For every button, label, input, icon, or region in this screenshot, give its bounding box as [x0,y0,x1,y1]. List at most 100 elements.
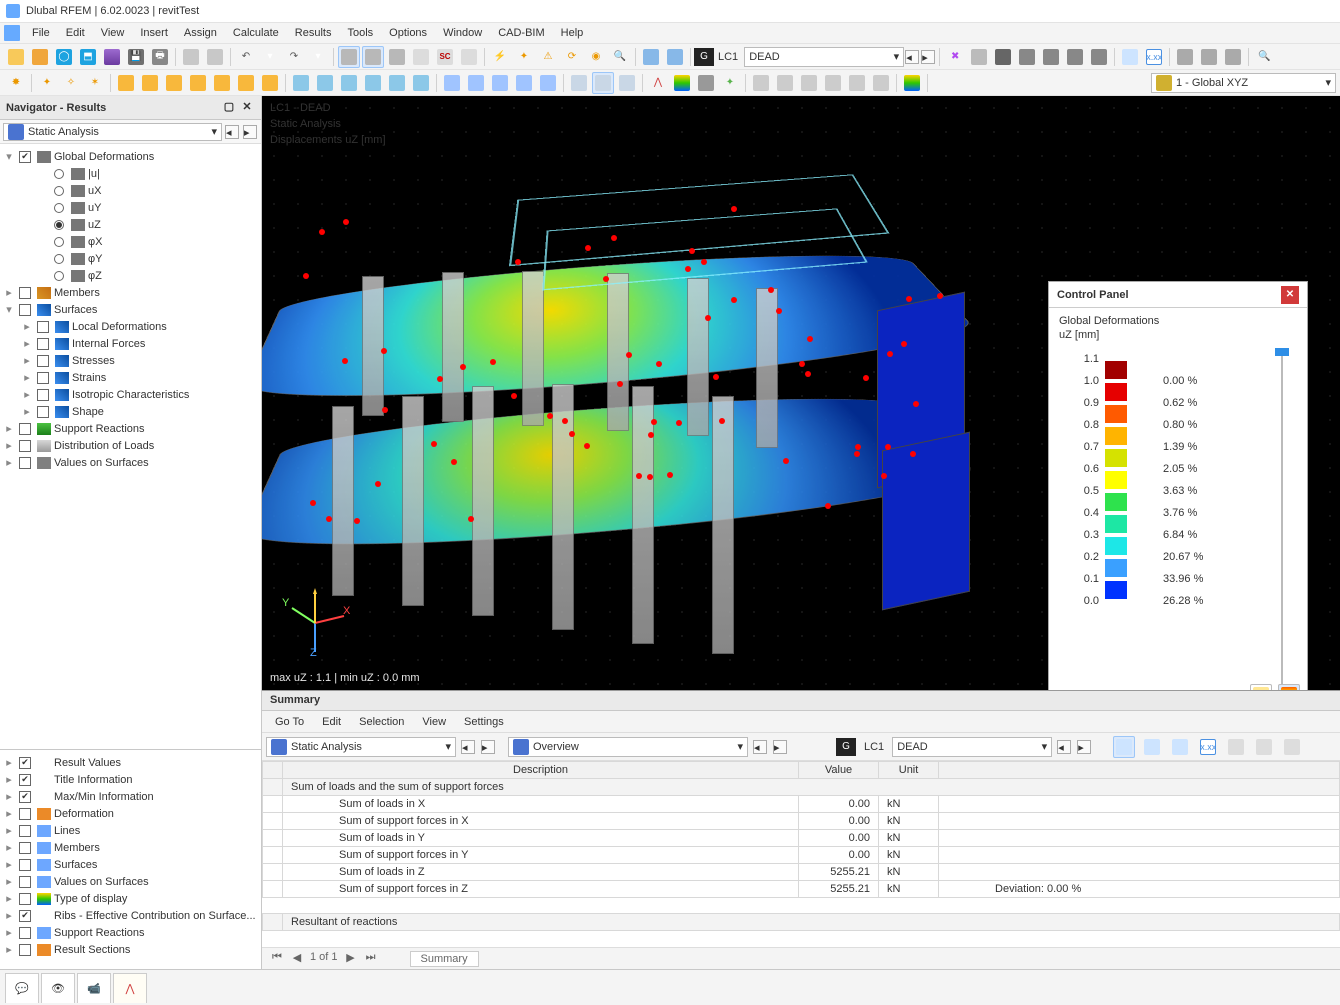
tree-support-reactions[interactable]: ▸ Support Reactions [0,420,261,437]
summary-overview-next[interactable]: ▸ [773,740,787,754]
target-button[interactable]: ◉ [585,46,607,68]
pager-first-button[interactable]: ⏮ [270,951,284,967]
color-scale-button[interactable] [901,72,923,94]
nav-next-button[interactable]: ▸ [243,125,257,139]
summary-tool-7[interactable] [1281,736,1303,758]
lc-dropdown[interactable]: DEAD▾ [744,47,904,67]
navigator-close-button[interactable]: ✕ [239,100,255,116]
view-tool-2[interactable] [592,72,614,94]
range-tool-5[interactable] [537,72,559,94]
box-tool-1[interactable] [290,72,312,94]
summary-menu-goto[interactable]: Go To [266,713,313,731]
blue1-button[interactable]: ◯ [53,46,75,68]
plot-tool-1[interactable]: ⋀ [647,72,669,94]
cbox1-button[interactable] [1119,46,1141,68]
menu-file[interactable]: File [24,24,58,42]
range-tool-1[interactable] [441,72,463,94]
star1-button[interactable]: ✦ [513,46,535,68]
bottom-tab-plot[interactable]: ⋀ [113,973,147,1003]
spec1-button[interactable] [640,46,662,68]
grid3-button[interactable] [386,46,408,68]
warn-button[interactable]: ⚠ [537,46,559,68]
redo-drop-button[interactable]: ▾ [307,46,329,68]
purple-x-button[interactable]: ✖ [944,46,966,68]
slab-tool-5[interactable] [211,72,233,94]
print-button[interactable]: 🖶 [149,46,171,68]
lower-tree-1[interactable]: ▸ ✔ Title Information [0,771,261,788]
summary-lc-next[interactable]: ▸ [1077,740,1091,754]
lower-tree-6[interactable]: ▸ Surfaces [0,856,261,873]
range-tool-4[interactable] [513,72,535,94]
legend-slider[interactable] [1275,346,1289,690]
shape2-button[interactable] [1040,46,1062,68]
lower-tree-11[interactable]: ▸ Result Sections [0,941,261,958]
snap2-button[interactable] [1198,46,1220,68]
tree-members[interactable]: ▸ Members [0,284,261,301]
tree-deform-4[interactable]: φX [0,233,261,250]
i-beam-button[interactable] [992,46,1014,68]
shape1-button[interactable] [1016,46,1038,68]
magnify-button[interactable]: 🔍 [609,46,631,68]
save-button[interactable]: 💾 [125,46,147,68]
tree-deform-1[interactable]: uX [0,182,261,199]
slab-tool-2[interactable] [139,72,161,94]
summary-menu-settings[interactable]: Settings [455,713,513,731]
wf-button[interactable] [968,46,990,68]
tree-deform-0[interactable]: |u| [0,165,261,182]
slab-tool-4[interactable] [187,72,209,94]
tree-surfaces[interactable]: ▾ Surfaces [0,301,261,318]
undo-button[interactable]: ↶ [235,46,257,68]
tree-deform-5[interactable]: φY [0,250,261,267]
box-tool-2[interactable] [314,72,336,94]
view-tool-3[interactable] [616,72,638,94]
lower-tree-4[interactable]: ▸ Lines [0,822,261,839]
summary-analysis-dropdown[interactable]: Static Analysis▾ [266,737,456,757]
tree-surface-1[interactable]: ▸ Internal Forces [0,335,261,352]
summary-menu-selection[interactable]: Selection [350,713,413,731]
star-tool-3[interactable]: ✧ [60,72,82,94]
lower-tree-8[interactable]: ▸ Type of display [0,890,261,907]
slab-tool-6[interactable] [235,72,257,94]
box-tool-6[interactable] [410,72,432,94]
plot-tool-3[interactable] [695,72,717,94]
summary-lc-dropdown[interactable]: DEAD▾ [892,737,1052,757]
sc-button[interactable]: SC [434,46,456,68]
tree-surface-5[interactable]: ▸ Shape [0,403,261,420]
gray-tool-4[interactable] [822,72,844,94]
open-button[interactable] [29,46,51,68]
box-tool-3[interactable] [338,72,360,94]
pager-prev-button[interactable]: ◀ [290,951,304,967]
range-tool-2[interactable] [465,72,487,94]
menu-results[interactable]: Results [287,24,340,42]
summary-menu-view[interactable]: View [413,713,455,731]
summary-overview-dropdown[interactable]: Overview▾ [508,737,748,757]
lc-prev-button[interactable]: ◂ [905,50,919,64]
summary-tool-4[interactable]: x.xx [1197,736,1219,758]
summary-menu-edit[interactable]: Edit [313,713,350,731]
coord-system-dropdown[interactable]: 1 - Global XYZ▾ [1151,73,1336,93]
summary-overview-prev[interactable]: ◂ [753,740,767,754]
tree-surface-4[interactable]: ▸ Isotropic Characteristics [0,386,261,403]
lower-tree-7[interactable]: ▸ Values on Surfaces [0,873,261,890]
shape4-button[interactable] [1088,46,1110,68]
star-tool-4[interactable]: ✶ [84,72,106,94]
summary-analysis-prev[interactable]: ◂ [461,740,475,754]
tree-global-deformations[interactable]: ▾ ✔ Global Deformations [0,148,261,165]
plot-tool-2[interactable] [671,72,693,94]
spec2-button[interactable] [664,46,686,68]
wireframe-button[interactable] [101,46,123,68]
pager-next-button[interactable]: ▶ [344,951,358,967]
lower-tree-9[interactable]: ▸ ✔ Ribs - Effective Contribution on Sur… [0,907,261,924]
grid1-button[interactable] [338,46,360,68]
find-button[interactable]: 🔍 [1253,46,1275,68]
tree-deform-3[interactable]: uZ [0,216,261,233]
tree-surface-0[interactable]: ▸ Local Deformations [0,318,261,335]
menu-view[interactable]: View [93,24,133,42]
copy-button[interactable] [180,46,202,68]
summary-analysis-next[interactable]: ▸ [481,740,495,754]
bottom-tab-chat[interactable]: 💬 [5,973,39,1003]
bottom-tab-rec[interactable]: 📹 [77,973,111,1003]
gray-tool-5[interactable] [846,72,868,94]
star-tool-1[interactable]: ✸ [5,72,27,94]
pager-last-button[interactable]: ⏭ [364,951,378,967]
